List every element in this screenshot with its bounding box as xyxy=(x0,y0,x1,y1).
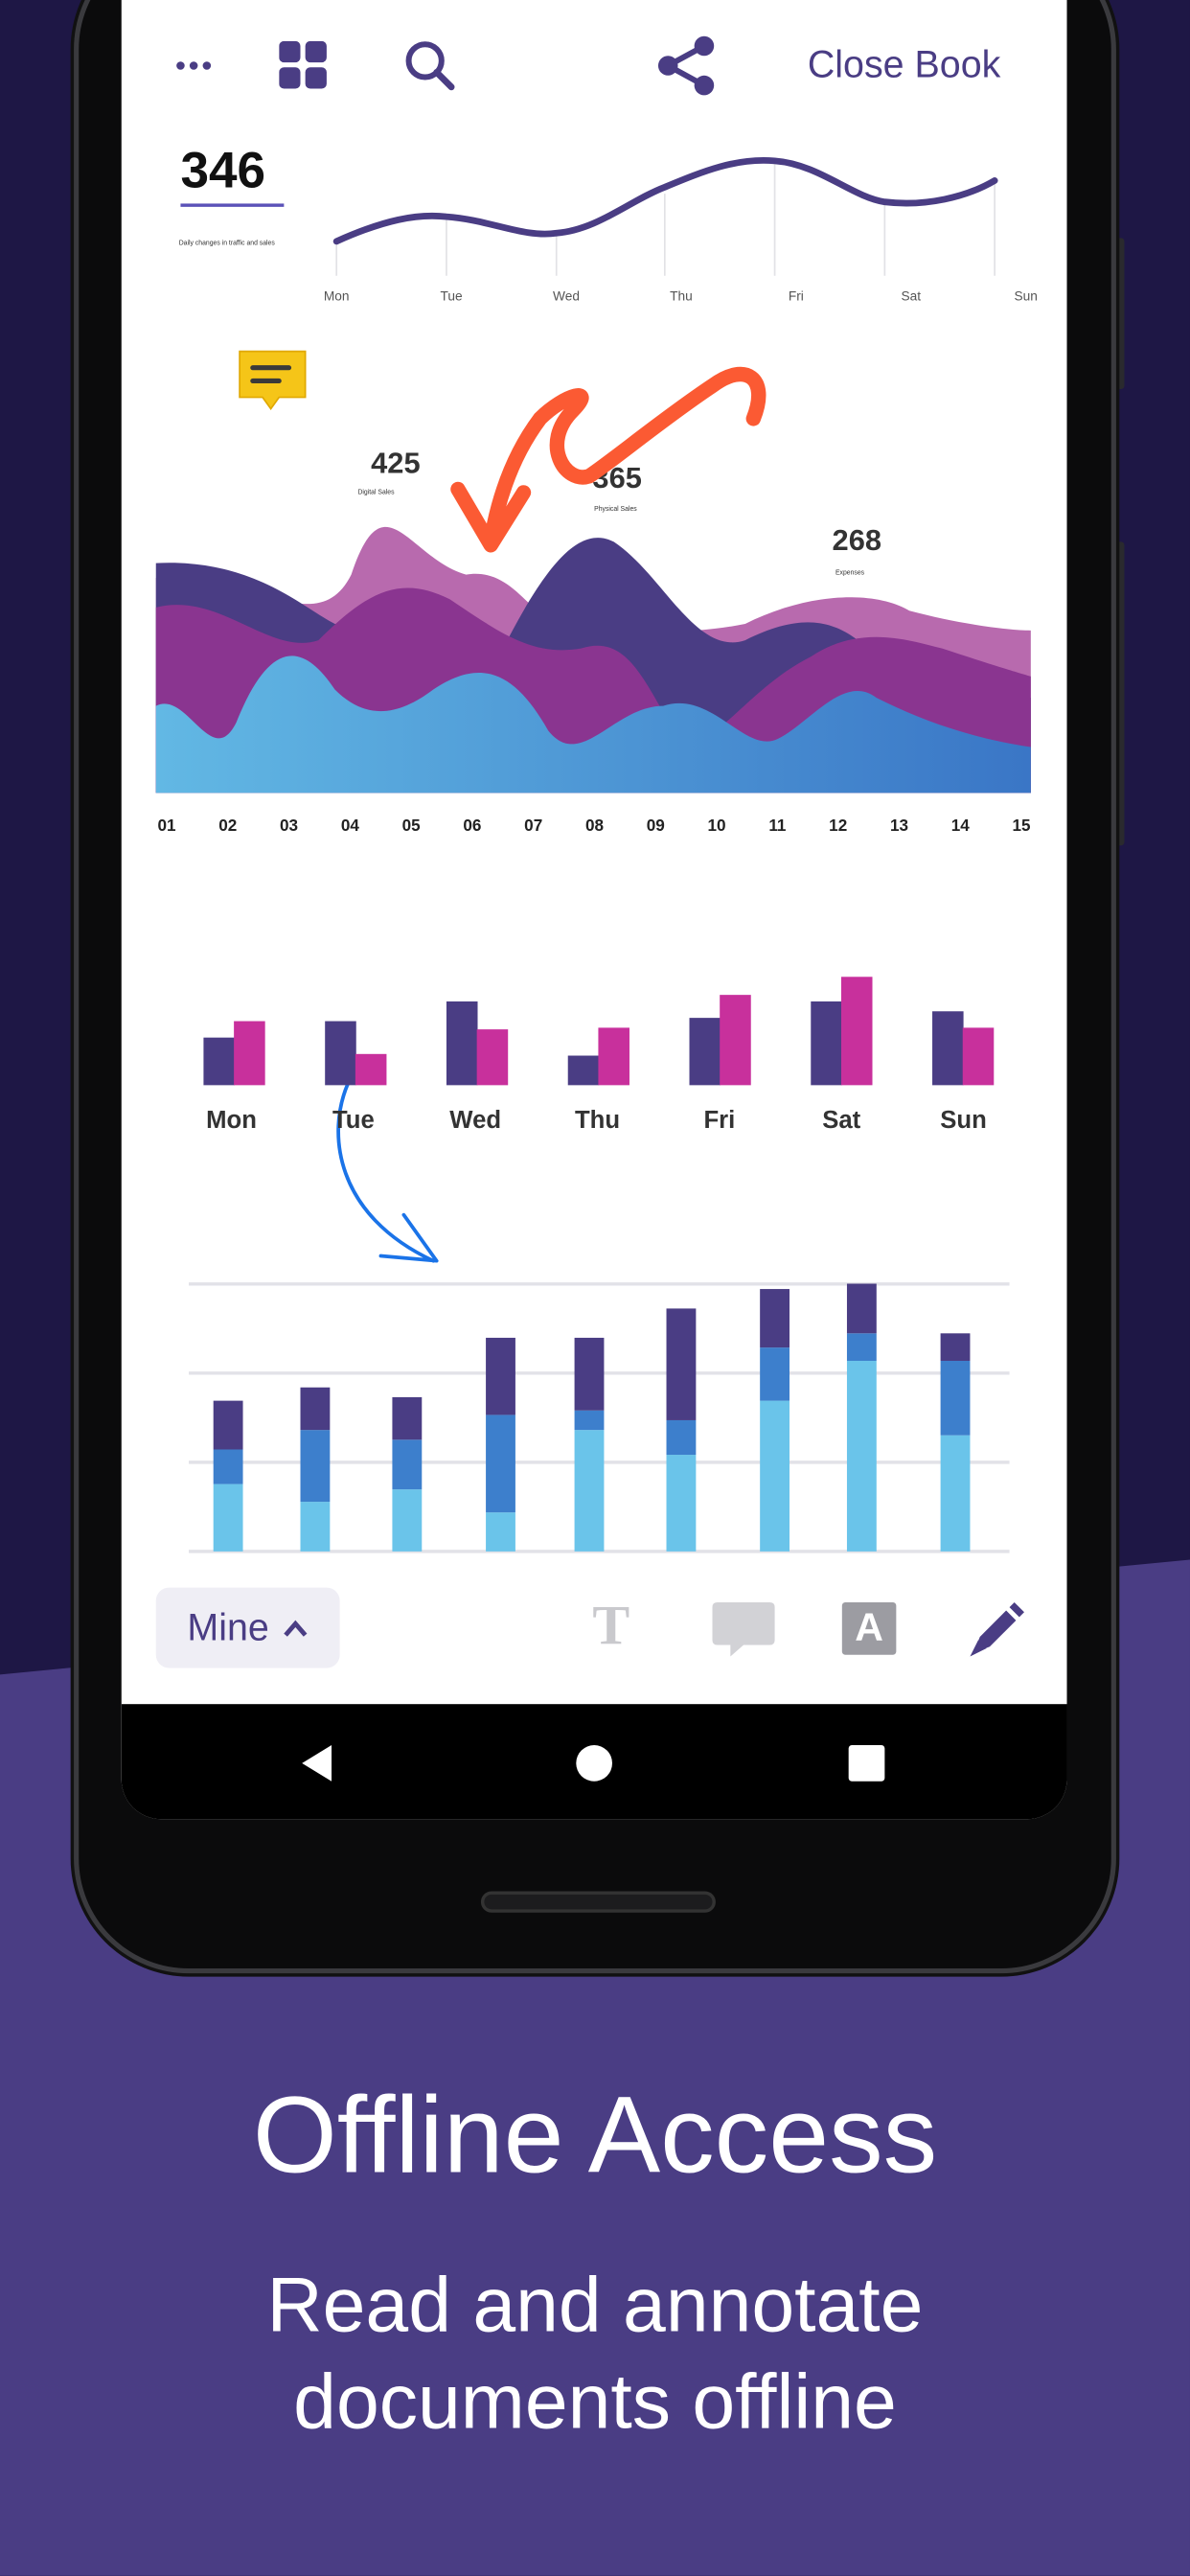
comment-tool-icon[interactable] xyxy=(711,1600,777,1660)
stacked-bar-7-segment-3 xyxy=(760,1289,790,1348)
pen-tool-icon[interactable] xyxy=(967,1600,1026,1660)
free-text-tool-icon[interactable]: A xyxy=(841,1601,897,1655)
stacked-bar-2-segment-1 xyxy=(300,1502,331,1552)
recents-icon[interactable] xyxy=(847,1743,886,1782)
promo-title: Offline Access xyxy=(252,2073,938,2196)
author-filter-button[interactable]: Mine xyxy=(155,1587,340,1668)
promo-subtitle: Read and annotate documents offline xyxy=(0,2256,1190,2450)
stacked-bar-7-segment-2 xyxy=(760,1347,790,1401)
promo-subtitle-line: documents offline xyxy=(293,2358,897,2445)
stacked-bar-8-segment-3 xyxy=(846,1283,877,1334)
system-navigation-bar xyxy=(121,1704,1067,1820)
stacked-bar-6-segment-3 xyxy=(666,1308,697,1420)
stacked-bar-4-segment-3 xyxy=(486,1337,515,1415)
stacked-bar-3-segment-2 xyxy=(392,1439,423,1490)
stacked-bar-1-segment-3 xyxy=(213,1400,243,1450)
stacked-bar-1-segment-2 xyxy=(213,1449,243,1484)
stacked-bar-4-segment-1 xyxy=(486,1512,515,1552)
stacked-bar-3-segment-3 xyxy=(392,1396,423,1440)
stacked-bar-6-segment-1 xyxy=(666,1455,697,1552)
stacked-bar-9-segment-1 xyxy=(940,1435,971,1552)
phone-speaker xyxy=(480,1891,716,1913)
author-filter-label: Mine xyxy=(187,1605,269,1648)
stacked-bar-5-segment-1 xyxy=(574,1430,605,1552)
text-tool-icon[interactable]: T xyxy=(592,1596,629,1658)
stacked-bar-8-segment-2 xyxy=(846,1333,877,1361)
stacked-bar-4-segment-2 xyxy=(486,1414,515,1513)
document-viewer: Close Book 346 Daily changes in traffic … xyxy=(121,0,1067,1820)
stacked-bar-2-segment-3 xyxy=(300,1387,331,1431)
chevron-up-icon xyxy=(284,1619,308,1636)
stacked-bar-2-segment-2 xyxy=(300,1430,331,1503)
back-icon[interactable] xyxy=(299,1743,338,1782)
stacked-bar-9-segment-2 xyxy=(940,1360,971,1436)
stacked-bar-9-segment-3 xyxy=(940,1333,971,1361)
stacked-bar-8-segment-1 xyxy=(846,1360,877,1552)
promo-subtitle-line: Read and annotate xyxy=(266,2260,924,2348)
volume-button xyxy=(1115,238,1125,390)
home-icon[interactable] xyxy=(575,1743,614,1782)
stacked-bar-5-segment-2 xyxy=(574,1410,605,1431)
stacked-bar-5-segment-3 xyxy=(574,1337,605,1411)
stacked-bar-1-segment-1 xyxy=(213,1484,243,1552)
stacked-bar-7-segment-1 xyxy=(760,1400,790,1552)
stacked-bar-6-segment-2 xyxy=(666,1419,697,1456)
stacked-bar-3-segment-1 xyxy=(392,1489,423,1552)
power-button xyxy=(1115,541,1125,846)
stacked-bar-chart xyxy=(189,1282,1010,1553)
